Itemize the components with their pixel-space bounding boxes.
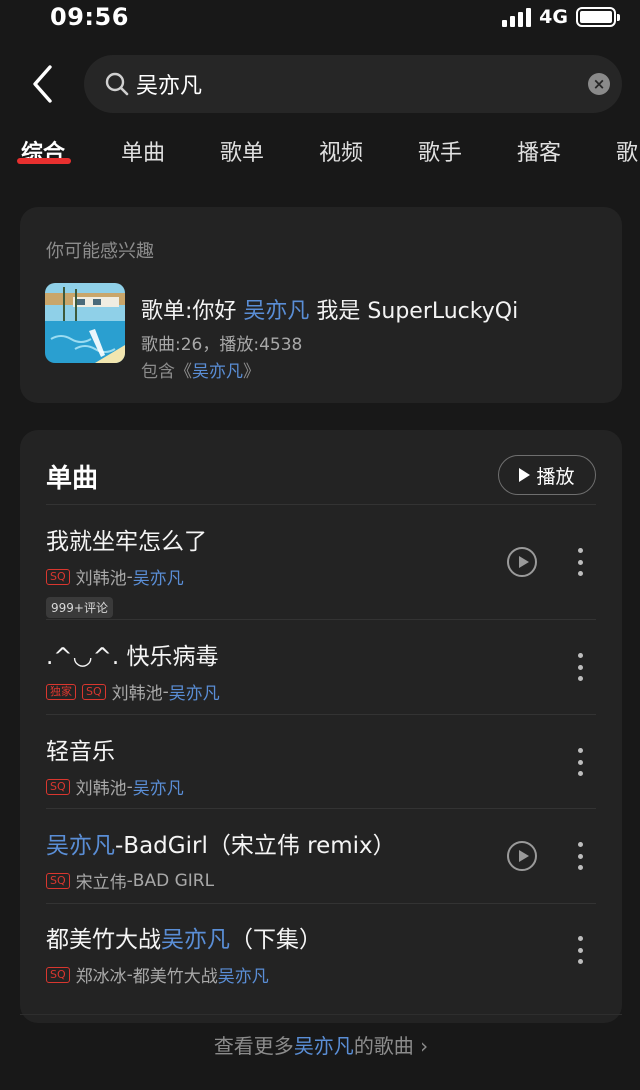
sq-badge: SQ (82, 683, 106, 700)
sq-badge: SQ (46, 568, 70, 585)
song-title-text: .^◡^. 快乐病毒 (46, 644, 219, 670)
song-row[interactable]: 轻音乐 SQ 刘韩池 - 吴亦凡 (46, 732, 606, 799)
search-input[interactable]: 吴亦凡 (136, 68, 202, 100)
playlist-contains: 包含《吴亦凡》 (141, 357, 260, 382)
active-tab-indicator (17, 158, 71, 164)
song-artist: 刘韩池 (75, 569, 127, 589)
battery-icon (576, 7, 620, 27)
song-album: 都美竹大战 (132, 967, 218, 987)
sq-badge: SQ (46, 966, 70, 983)
clear-icon[interactable]: × (588, 73, 610, 95)
song-subtitle: SQ 刘韩池 - 吴亦凡 (46, 774, 606, 799)
playlist-title-suffix: 我是 SuperLuckyQi (309, 299, 519, 324)
song-title: .^◡^. 快乐病毒 (46, 637, 606, 671)
divider (46, 714, 596, 715)
song-album-highlight: 吴亦凡 (132, 569, 184, 589)
category-tabs: 综合 单曲 歌单 视频 歌手 播客 歌 (0, 135, 640, 175)
song-title: 轻音乐 (46, 732, 606, 766)
view-more-suffix: 的歌曲 › (353, 1034, 429, 1058)
tab-lyrics[interactable]: 歌 (616, 135, 638, 167)
songs-card: 单曲 播放 我就坐牢怎么了 SQ 刘韩池 - 吴亦凡 999+评论 .^◡^. … (20, 430, 622, 1023)
status-icons: 4G (502, 6, 620, 28)
network-label: 4G (539, 6, 568, 28)
sq-badge: SQ (46, 872, 70, 889)
suggestion-caption: 你可能感兴趣 (46, 241, 154, 262)
status-bar: 09:56 4G (0, 0, 640, 36)
divider (46, 903, 596, 904)
playlist-meta: 歌曲:26，播放:4538 (141, 335, 303, 355)
playlist-title-prefix: 歌单:你好 (141, 299, 244, 324)
more-icon[interactable] (577, 842, 583, 870)
song-title-highlight: 吴亦凡 (161, 927, 230, 953)
tab-singles[interactable]: 单曲 (121, 135, 165, 167)
exclusive-badge: 独家 (46, 683, 76, 700)
tab-videos[interactable]: 视频 (319, 135, 363, 167)
song-title-text: 我就坐牢怎么了 (46, 529, 207, 555)
song-album-highlight: 吴亦凡 (132, 779, 184, 799)
comment-count-badge: 999+评论 (46, 597, 113, 618)
more-icon[interactable] (577, 548, 583, 576)
song-album-highlight: 吴亦凡 (168, 684, 220, 704)
playlist-title-highlight: 吴亦凡 (243, 299, 310, 324)
song-title-text: -BadGirl（宋立伟 remix） (115, 833, 396, 859)
song-title-text: 轻音乐 (46, 739, 115, 765)
play-icon (519, 468, 531, 482)
divider (46, 808, 596, 809)
divider (46, 619, 596, 620)
search-icon (105, 72, 129, 96)
song-title-suffix: （下集） (230, 927, 322, 953)
contains-prefix: 包含《 (141, 362, 192, 382)
search-bar[interactable]: 吴亦凡 × (84, 55, 622, 113)
mv-icon[interactable] (507, 547, 537, 577)
playlist-cover (45, 283, 125, 363)
playlist-title: 歌单:你好 吴亦凡 我是 SuperLuckyQi (141, 293, 518, 325)
contains-highlight: 吴亦凡 (192, 362, 243, 382)
more-icon[interactable] (577, 936, 583, 964)
sq-badge: SQ (46, 778, 70, 795)
play-all-button[interactable]: 播放 (498, 455, 596, 495)
play-all-label: 播放 (536, 465, 575, 488)
song-artist: 郑冰冰 (75, 967, 127, 987)
tab-podcasts[interactable]: 播客 (517, 135, 561, 167)
song-album-highlight: 吴亦凡 (217, 967, 269, 987)
song-artist: 宋立伟 (75, 873, 127, 893)
playlist-cover-art (45, 283, 125, 363)
contains-suffix: 》 (243, 362, 260, 382)
song-subtitle: SQ 郑冰冰 - 都美竹大战 吴亦凡 (46, 962, 606, 987)
song-album: BAD GIRL (132, 870, 215, 891)
song-subtitle: 独家 SQ 刘韩池 - 吴亦凡 (46, 679, 606, 704)
tab-playlists[interactable]: 歌单 (220, 135, 264, 167)
back-arrow-icon (33, 65, 52, 103)
more-icon[interactable] (577, 653, 583, 681)
back-button[interactable] (26, 62, 62, 106)
more-icon[interactable] (577, 748, 583, 776)
tab-artists[interactable]: 歌手 (418, 135, 462, 167)
status-time: 09:56 (50, 3, 129, 31)
divider (46, 504, 596, 505)
view-more-highlight: 吴亦凡 (293, 1034, 354, 1058)
song-title-text: 都美竹大战 (46, 927, 161, 953)
signal-icon (502, 7, 532, 27)
songs-heading: 单曲 (46, 464, 99, 494)
song-artist: 刘韩池 (75, 779, 127, 799)
view-more-prefix: 查看更多 (213, 1034, 294, 1058)
song-row[interactable]: 都美竹大战吴亦凡（下集） SQ 郑冰冰 - 都美竹大战 吴亦凡 (46, 920, 606, 987)
suggestion-card[interactable]: 你可能感兴趣 歌单:你好 吴亦凡 我是 SuperLuckyQi 歌曲:26，播… (20, 207, 622, 403)
song-row[interactable]: .^◡^. 快乐病毒 独家 SQ 刘韩池 - 吴亦凡 (46, 637, 606, 704)
song-artist: 刘韩池 (111, 684, 163, 704)
mv-icon[interactable] (507, 841, 537, 871)
divider (20, 1014, 622, 1015)
song-title: 都美竹大战吴亦凡（下集） (46, 920, 606, 954)
song-title-highlight: 吴亦凡 (46, 833, 115, 859)
song-subtitle: SQ 宋立伟 - BAD GIRL (46, 868, 606, 893)
view-more-songs-link[interactable]: 查看更多吴亦凡的歌曲 › (20, 1030, 622, 1059)
